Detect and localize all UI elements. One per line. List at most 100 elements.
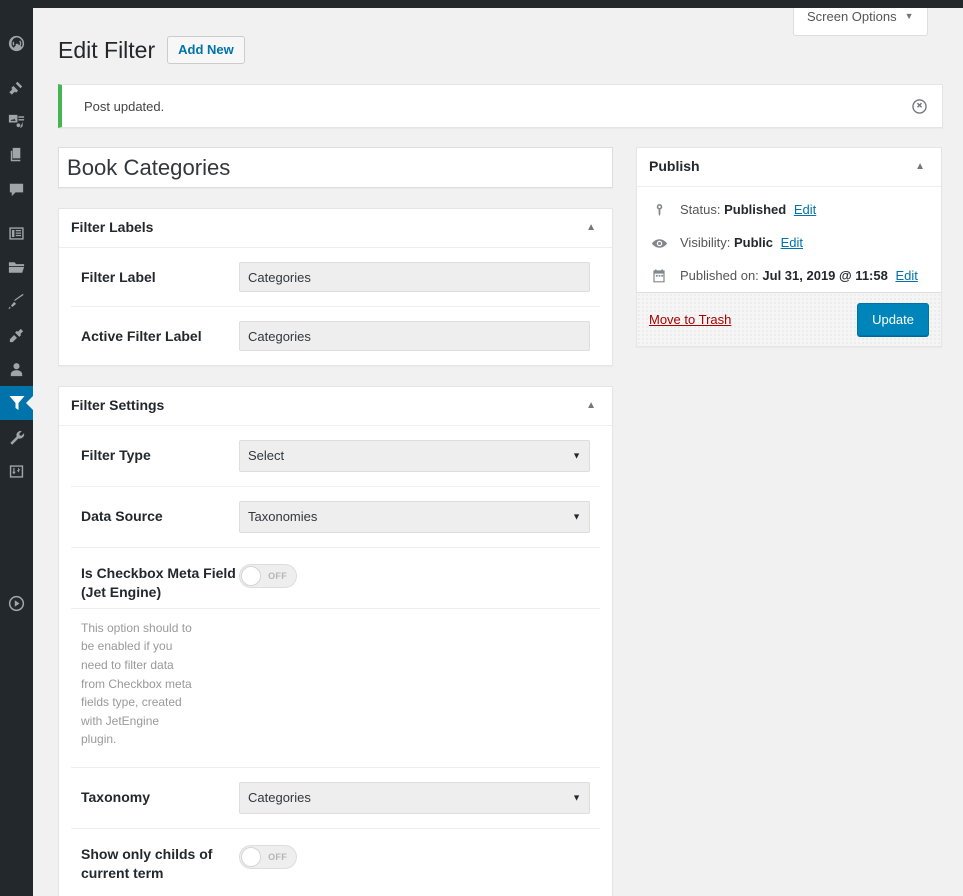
move-to-trash-link[interactable]: Move to Trash (649, 312, 731, 327)
filter-settings-content: Filter Type Select ▼ Data Source Taxonom… (59, 426, 612, 896)
sidebar-item-listing[interactable] (0, 216, 33, 250)
filter-title-input[interactable] (58, 147, 613, 188)
edit-status-link[interactable]: Edit (794, 202, 816, 217)
dashboard-icon (7, 34, 26, 53)
collapse-menu-button[interactable] (0, 588, 33, 622)
folder-icon (7, 258, 26, 277)
row-is-checkbox-meta-description: This option should to be enabled if you … (71, 609, 600, 768)
main-column: Filter Labels ▲ Filter Label Active Filt… (58, 147, 613, 896)
admin-bar (0, 0, 963, 8)
publish-header[interactable]: Publish ▲ (637, 148, 941, 187)
status-value: Published (724, 202, 787, 217)
row-is-checkbox-meta-field: Is Checkbox Meta Field (Jet Engine) OFF (71, 548, 600, 609)
sidebar-item-pages[interactable] (0, 138, 33, 172)
row-active-filter-label: Active Filter Label (71, 307, 600, 365)
screen-options-label: Screen Options (807, 9, 897, 24)
edit-visibility-link[interactable]: Edit (781, 235, 803, 250)
notice-updated: Post updated. (58, 84, 943, 128)
filter-labels-title: Filter Labels (71, 219, 154, 236)
eye-icon (649, 235, 669, 252)
side-column: Publish ▲ Status: Published Edit Visibil… (636, 147, 942, 348)
chevron-down-icon: ▼ (904, 11, 914, 22)
toggle-knob (241, 566, 261, 586)
post-layout: Filter Labels ▲ Filter Label Active Filt… (58, 147, 943, 896)
admin-sidebar (0, 0, 33, 896)
sidebar-item-settings[interactable] (0, 454, 33, 488)
publish-box: Publish ▲ Status: Published Edit Visibil… (636, 147, 942, 348)
label-show-only-childs: Show only childs of current term (81, 845, 213, 881)
pin-icon (7, 78, 26, 97)
visibility-label: Visibility: (680, 234, 731, 250)
filter-settings-title: Filter Settings (71, 397, 165, 414)
select-filter-type[interactable]: Select (239, 440, 590, 472)
key-icon (649, 203, 669, 218)
sidebar-item-smart-filters[interactable] (0, 386, 33, 420)
media-icon (7, 112, 26, 131)
user-icon (7, 360, 26, 379)
sidebar-item-folder[interactable] (0, 250, 33, 284)
filter-labels-header[interactable]: Filter Labels ▲ (59, 209, 612, 248)
toggle-state-label: OFF (268, 851, 287, 862)
publish-status-row: Status: Published Edit (637, 187, 941, 227)
published-on-label: Published on: (680, 267, 759, 283)
publish-date-row: Published on: Jul 31, 2019 @ 11:58 Edit (637, 260, 941, 293)
select-taxonomy[interactable]: Categories (239, 781, 590, 814)
publish-actions: Move to Trash Update (637, 292, 941, 347)
publish-content: Status: Published Edit Visibility: Publi… (637, 187, 941, 347)
label-active-filter-label: Active Filter Label (81, 328, 202, 344)
filter-settings-box: Filter Settings ▲ Filter Type Select ▼ D… (58, 386, 613, 896)
row-filter-label: Filter Label (71, 248, 600, 307)
sidebar-item-appearance[interactable] (0, 284, 33, 318)
publish-visibility-row: Visibility: Public Edit (637, 227, 941, 260)
add-new-button[interactable]: Add New (167, 36, 245, 64)
input-filter-label[interactable] (239, 262, 590, 292)
wrench-icon (7, 428, 26, 447)
collapse-menu-icon (7, 594, 26, 616)
sidebar-item-tools[interactable] (0, 420, 33, 454)
chevron-up-icon[interactable]: ▲ (582, 397, 600, 415)
filter-settings-header[interactable]: Filter Settings ▲ (59, 387, 612, 426)
list-view-icon (7, 224, 26, 243)
filter-labels-box: Filter Labels ▲ Filter Label Active Filt… (58, 208, 613, 366)
label-taxonomy: Taxonomy (81, 788, 150, 805)
chevron-up-icon[interactable]: ▲ (582, 219, 600, 237)
sidebar-item-plugins[interactable] (0, 318, 33, 352)
page-body: Edit Filter Add New Post updated. Filter… (33, 8, 963, 896)
sidebar-item-dashboard[interactable] (0, 26, 33, 60)
description-is-checkbox-meta-field: This option should to be enabled if you … (81, 620, 192, 747)
update-button[interactable]: Update (857, 303, 929, 337)
edit-date-link[interactable]: Edit (895, 268, 917, 283)
chevron-up-icon[interactable]: ▲ (911, 158, 929, 176)
paintbrush-icon (7, 292, 26, 311)
publish-status-text: Status: Published Edit (680, 200, 816, 221)
page-title: Edit Filter (58, 37, 156, 63)
label-is-checkbox-meta-field: Is Checkbox Meta Field (Jet Engine) (81, 565, 236, 600)
row-filter-type: Filter Type Select ▼ (71, 426, 600, 487)
published-on-value: Jul 31, 2019 @ 11:58 (762, 267, 888, 283)
funnel-icon (7, 393, 27, 413)
publish-title: Publish (649, 158, 700, 175)
sidebar-item-users[interactable] (0, 352, 33, 386)
label-filter-label: Filter Label (81, 269, 156, 285)
row-taxonomy: Taxonomy Categories ▼ (71, 768, 600, 829)
toggle-show-only-childs[interactable]: OFF (239, 844, 297, 869)
comment-icon (7, 180, 26, 199)
sliders-icon (7, 462, 26, 481)
label-filter-type: Filter Type (81, 447, 151, 463)
sidebar-item-posts[interactable] (0, 70, 33, 104)
calendar-icon (649, 268, 669, 284)
sidebar-item-comments[interactable] (0, 172, 33, 206)
dismiss-icon[interactable] (909, 96, 929, 116)
toggle-is-checkbox-meta-field[interactable]: OFF (239, 564, 297, 588)
select-data-source[interactable]: Taxonomies (239, 501, 590, 533)
input-active-filter-label[interactable] (239, 321, 590, 351)
plug-icon (7, 326, 26, 345)
row-data-source: Data Source Taxonomies ▼ (71, 487, 600, 548)
sidebar-item-media[interactable] (0, 104, 33, 138)
publish-date-text: Published on: Jul 31, 2019 @ 11:58 Edit (680, 266, 918, 287)
toggle-knob (241, 846, 261, 867)
pages-icon (7, 146, 26, 165)
publish-visibility-text: Visibility: Public Edit (680, 233, 803, 254)
visibility-value: Public (733, 234, 773, 250)
notice-message: Post updated. (84, 98, 165, 114)
